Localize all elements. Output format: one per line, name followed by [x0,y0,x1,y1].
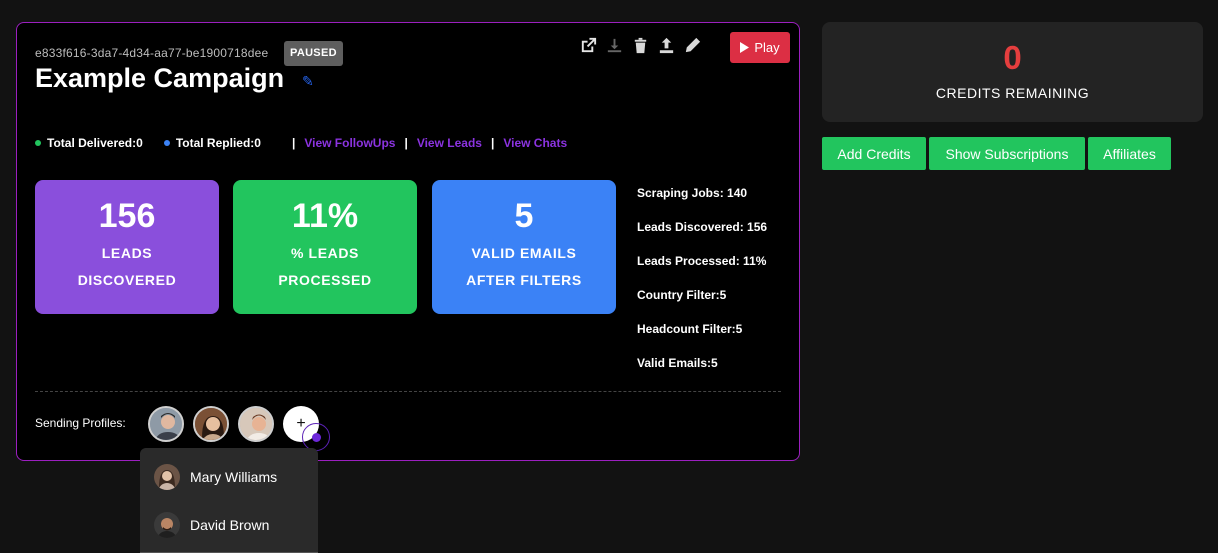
campaign-toolbar [575,33,705,57]
play-icon [740,42,750,53]
avatar-person-icon [150,408,182,440]
divider [35,391,781,392]
separator: | [291,136,296,150]
campaign-id: e833f616-3da7-4d34-aa77-be1900718dee [35,46,269,60]
stats-line: Total Delivered: 0 Total Replied: 0 | Vi… [35,136,567,150]
detail-value: 5 [735,322,743,336]
dropdown-item-david-brown[interactable]: David Brown [140,505,318,545]
metric-valid-emails: 5 VALID EMAILS AFTER FILTERS [432,180,616,314]
total-delivered: Total Delivered: 0 [35,136,143,150]
view-followups-link[interactable]: View FollowUps [304,136,395,150]
replied-value: 0 [254,136,261,150]
show-subscriptions-button[interactable]: Show Subscriptions [929,137,1085,170]
metric-value: 11% [291,197,359,235]
add-profile-indicator [302,423,330,451]
trash-icon[interactable] [627,33,653,57]
dropdown-item-label: Mary Williams [190,469,278,485]
detail-value: 11% [739,254,767,268]
credits-value: 0 [1003,39,1022,76]
add-credits-button[interactable]: Add Credits [822,137,926,170]
detail-value: 5 [711,356,718,370]
detail-scraping-jobs: Scraping Jobs: 140 [637,186,767,220]
play-button[interactable]: Play [730,32,790,63]
detail-label: Scraping Jobs: [637,186,724,200]
avatar [154,512,180,538]
delivered-value: 0 [136,136,143,150]
credits-card: 0 CREDITS REMAINING [822,22,1203,122]
play-label: Play [754,40,780,55]
external-link-icon[interactable] [575,33,601,57]
total-replied: Total Replied: 0 [163,136,261,150]
delivered-label: Total Delivered: [47,136,137,150]
metric-leads-discovered: 156 LEADS DISCOVERED [35,180,219,314]
separator: | [404,136,408,150]
detail-label: Headcount Filter: [637,322,736,336]
detail-headcount-filter: Headcount Filter:5 [637,322,767,356]
campaign-card: e833f616-3da7-4d34-aa77-be1900718dee PAU… [16,22,800,461]
detail-leads-processed: Leads Processed: 11% [637,254,767,288]
avatar [154,464,180,490]
download-icon[interactable] [601,33,627,57]
avatar[interactable] [193,406,229,442]
detail-leads-discovered: Leads Discovered: 156 [637,220,767,254]
metric-label: LEADS DISCOVERED [77,245,177,288]
replied-dot-icon [163,140,170,146]
view-chats-link[interactable]: View Chats [503,136,567,150]
delivered-dot-icon [35,140,41,146]
detail-country-filter: Country Filter:5 [637,288,767,322]
metric-label: % LEADS PROCESSED [278,245,372,288]
avatar[interactable] [238,406,274,442]
view-leads-link[interactable]: View Leads [417,136,482,150]
dropdown-item-label: David Brown [190,517,270,533]
detail-value: 156 [743,220,768,234]
avatar-person-icon [240,408,272,440]
detail-value: 5 [719,288,727,302]
profile-dropdown: Mary Williams David Brown [140,448,318,553]
detail-label: Valid Emails: [637,356,712,370]
detail-label: Leads Processed: [637,254,740,268]
avatar-person-icon [195,408,227,440]
campaign-title: Example Campaign [35,63,285,93]
separator: | [490,136,495,150]
campaign-details: Scraping Jobs: 140 Leads Discovered: 156… [637,186,767,390]
metric-value: 5 [514,197,534,235]
indicator-dot-icon [312,433,321,442]
credits-label: CREDITS REMAINING [935,85,1090,101]
metric-leads-processed: 11% % LEADS PROCESSED [233,180,417,314]
avatar-person-icon [154,512,180,538]
detail-value: 140 [723,186,748,200]
avatar-person-icon [154,464,180,490]
sending-profiles-label: Sending Profiles: [35,416,126,430]
detail-label: Country Filter: [637,288,720,302]
pencil-icon[interactable]: ✎ [302,73,314,90]
affiliates-button[interactable]: Affiliates [1088,137,1171,170]
status-badge: PAUSED [284,41,343,66]
replied-label: Total Replied: [175,136,255,150]
detail-valid-emails: Valid Emails:5 [637,356,767,390]
upload-icon[interactable] [653,33,679,57]
metric-label: VALID EMAILS AFTER FILTERS [466,245,582,288]
detail-label: Leads Discovered: [637,220,744,234]
avatar[interactable] [148,406,184,442]
dropdown-item-mary-williams[interactable]: Mary Williams [140,457,318,497]
pencil-icon[interactable] [679,33,705,57]
metric-value: 156 [98,197,156,235]
